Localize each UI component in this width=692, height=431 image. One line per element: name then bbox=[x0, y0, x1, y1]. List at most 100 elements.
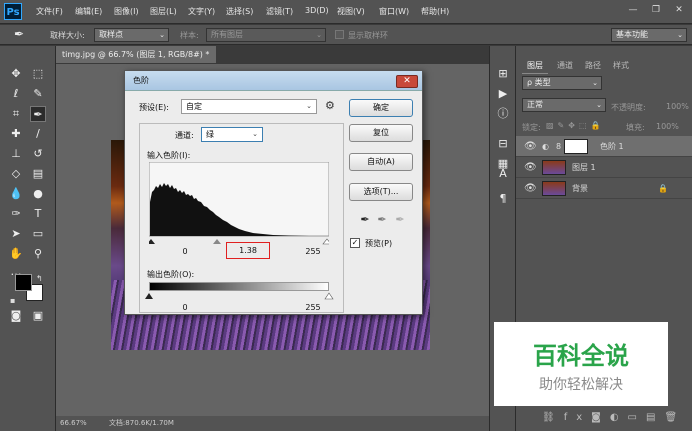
output-black-slider[interactable] bbox=[145, 293, 153, 299]
output-black-value[interactable]: 0 bbox=[165, 303, 205, 312]
reset-button[interactable]: 复位 bbox=[349, 124, 413, 142]
show-ring-checkbox[interactable] bbox=[335, 30, 344, 39]
input-black-value[interactable]: 0 bbox=[165, 247, 205, 256]
zoom-level[interactable]: 66.67% bbox=[60, 419, 87, 427]
healing-tool-icon[interactable]: ✚ bbox=[8, 126, 24, 142]
input-gamma-slider[interactable] bbox=[213, 239, 221, 244]
tab-channels[interactable]: 通道 bbox=[552, 58, 578, 74]
menu-help[interactable]: 帮助(H) bbox=[421, 6, 449, 17]
properties-panel-icon[interactable]: ▶ bbox=[495, 86, 511, 102]
type-tool-icon[interactable]: T bbox=[30, 206, 46, 222]
history-panel-icon[interactable]: ⊞ bbox=[495, 66, 511, 82]
layer-row[interactable]: 👁 背景 🔒 bbox=[516, 178, 692, 199]
workspace-select[interactable]: 基本功能 ⌄ bbox=[611, 28, 687, 42]
layer-name: 色阶 1 bbox=[600, 142, 624, 151]
eye-icon[interactable]: 👁 bbox=[524, 157, 537, 178]
minimize-button[interactable]: — bbox=[622, 2, 644, 19]
ok-button[interactable]: 确定 bbox=[349, 99, 413, 117]
channel-select[interactable]: 绿 ⌄ bbox=[201, 127, 263, 142]
preset-options-gear-icon[interactable]: ⚙ bbox=[325, 99, 335, 112]
stamp-tool-icon[interactable]: ⊥ bbox=[8, 146, 24, 162]
shape-tool-icon[interactable]: ▭ bbox=[30, 226, 46, 242]
pen-tool-icon[interactable]: ✑ bbox=[8, 206, 24, 222]
auto-button[interactable]: 自动(A) bbox=[349, 153, 413, 171]
marquee-tool-icon[interactable]: ⬚ bbox=[30, 66, 46, 82]
paragraph-panel-icon[interactable]: ¶ bbox=[495, 191, 511, 207]
menu-edit[interactable]: 编辑(E) bbox=[75, 6, 102, 17]
output-levels-label: 输出色阶(O): bbox=[147, 270, 195, 279]
layer-row[interactable]: 👁 ◐ 8 色阶 1 bbox=[516, 136, 692, 157]
chevron-down-icon: ⌄ bbox=[159, 31, 165, 39]
opacity-value[interactable]: 100% bbox=[666, 102, 689, 111]
gray-point-eyedropper-icon[interactable]: ✒ bbox=[375, 213, 389, 227]
lasso-tool-icon[interactable]: ℓ bbox=[8, 86, 24, 102]
zoom-tool-icon[interactable]: ⚲ bbox=[30, 246, 46, 262]
menu-view[interactable]: 视图(V) bbox=[337, 6, 365, 17]
history-brush-icon[interactable]: ↺ bbox=[30, 146, 46, 162]
sample-select[interactable]: 所有图层 ⌄ bbox=[206, 28, 326, 42]
path-select-icon[interactable]: ➤ bbox=[8, 226, 24, 242]
screen-mode-icon[interactable]: ▣ bbox=[30, 308, 46, 324]
kind-filter-select[interactable]: ρ 类型 ⌄ bbox=[522, 76, 602, 90]
tab-layers[interactable]: 图层 bbox=[522, 58, 548, 74]
eraser-tool-icon[interactable]: ◇ bbox=[8, 166, 24, 182]
watermark-subtitle: 助你轻松解决 bbox=[539, 377, 623, 393]
input-gamma-value[interactable]: 1.38 bbox=[226, 242, 270, 259]
foreground-color-swatch[interactable] bbox=[15, 274, 32, 291]
options-bar: ✒ 取样大小: 取样点 ⌄ 样本: 所有图层 ⌄ 显示取样环 基本功能 ⌄ bbox=[0, 25, 692, 45]
restore-button[interactable]: ❐ bbox=[645, 2, 667, 19]
info-panel-icon[interactable]: ⓘ bbox=[495, 106, 511, 122]
output-white-value[interactable]: 255 bbox=[293, 303, 333, 312]
layer-row[interactable]: 👁 图层 1 bbox=[516, 157, 692, 178]
move-tool-icon[interactable]: ✥ bbox=[8, 66, 24, 82]
eye-icon[interactable]: 👁 bbox=[524, 136, 537, 157]
layer-actions-bar[interactable]: ⛓fx◙◐▭▤🗑 bbox=[542, 412, 686, 423]
quick-select-tool-icon[interactable]: ✎ bbox=[30, 86, 46, 102]
brush-tool-icon[interactable]: / bbox=[30, 126, 46, 142]
default-colors-icon[interactable]: ▪ bbox=[10, 296, 15, 305]
eyedropper-tool-icon[interactable]: ✒ bbox=[14, 27, 24, 41]
character-panel-icon[interactable]: A bbox=[495, 166, 511, 182]
lock-icons[interactable]: ▨✎✥⬚🔒 bbox=[546, 121, 604, 130]
crop-tool-icon[interactable]: ⌗ bbox=[8, 106, 24, 122]
input-black-slider[interactable] bbox=[149, 239, 155, 244]
quick-mask-icon[interactable]: ◙ bbox=[8, 308, 24, 324]
menu-3d[interactable]: 3D(D) bbox=[305, 6, 329, 15]
blur-tool-icon[interactable]: 💧 bbox=[8, 186, 24, 202]
menu-layer[interactable]: 图层(L) bbox=[150, 6, 177, 17]
options-button[interactable]: 选项(T)... bbox=[349, 183, 413, 201]
input-levels-label: 输入色阶(I): bbox=[147, 151, 191, 160]
menu-type[interactable]: 文字(Y) bbox=[188, 6, 215, 17]
preview-checkbox[interactable]: ✓ bbox=[350, 238, 360, 248]
menu-image[interactable]: 图像(I) bbox=[114, 6, 139, 17]
gradient-tool-icon[interactable]: ▤ bbox=[30, 166, 46, 182]
input-white-slider[interactable] bbox=[322, 238, 329, 245]
preset-label: 预设(E): bbox=[139, 103, 169, 112]
adjustment-layer-icon: ◐ bbox=[542, 142, 549, 151]
hand-tool-icon[interactable]: ✋ bbox=[8, 246, 24, 262]
output-white-slider[interactable] bbox=[324, 292, 334, 300]
tab-paths[interactable]: 路径 bbox=[580, 58, 606, 74]
white-point-eyedropper-icon[interactable]: ✒ bbox=[393, 213, 407, 227]
black-point-eyedropper-icon[interactable]: ✒ bbox=[358, 213, 372, 227]
dialog-close-button[interactable]: ✕ bbox=[396, 75, 418, 88]
menu-select[interactable]: 选择(S) bbox=[226, 6, 253, 17]
sample-size-select[interactable]: 取样点 ⌄ bbox=[94, 28, 169, 42]
eyedropper-tool-active-icon[interactable]: ✒ bbox=[30, 106, 46, 122]
swap-colors-icon[interactable]: ↰ bbox=[36, 274, 43, 283]
workspace-value: 基本功能 bbox=[616, 30, 648, 39]
tab-styles[interactable]: 样式 bbox=[608, 58, 634, 74]
menu-filter[interactable]: 滤镜(T) bbox=[266, 6, 293, 17]
adjustments-panel-icon[interactable]: ⊟ bbox=[495, 136, 511, 152]
document-tab[interactable]: timg.jpg @ 66.7% (图层 1, RGB/8#) * × bbox=[56, 46, 216, 76]
close-window-button[interactable]: ✕ bbox=[668, 2, 690, 19]
fill-value[interactable]: 100% bbox=[656, 122, 679, 131]
dodge-tool-icon[interactable]: ● bbox=[30, 186, 46, 202]
dialog-title-bar[interactable]: 色阶 bbox=[125, 71, 422, 91]
preset-select[interactable]: 自定 ⌄ bbox=[181, 99, 317, 114]
menu-window[interactable]: 窗口(W) bbox=[379, 6, 409, 17]
input-white-value[interactable]: 255 bbox=[293, 247, 333, 256]
menu-file[interactable]: 文件(F) bbox=[36, 6, 63, 17]
eye-icon[interactable]: 👁 bbox=[524, 178, 537, 199]
blend-mode-select[interactable]: 正常 ⌄ bbox=[522, 98, 606, 112]
